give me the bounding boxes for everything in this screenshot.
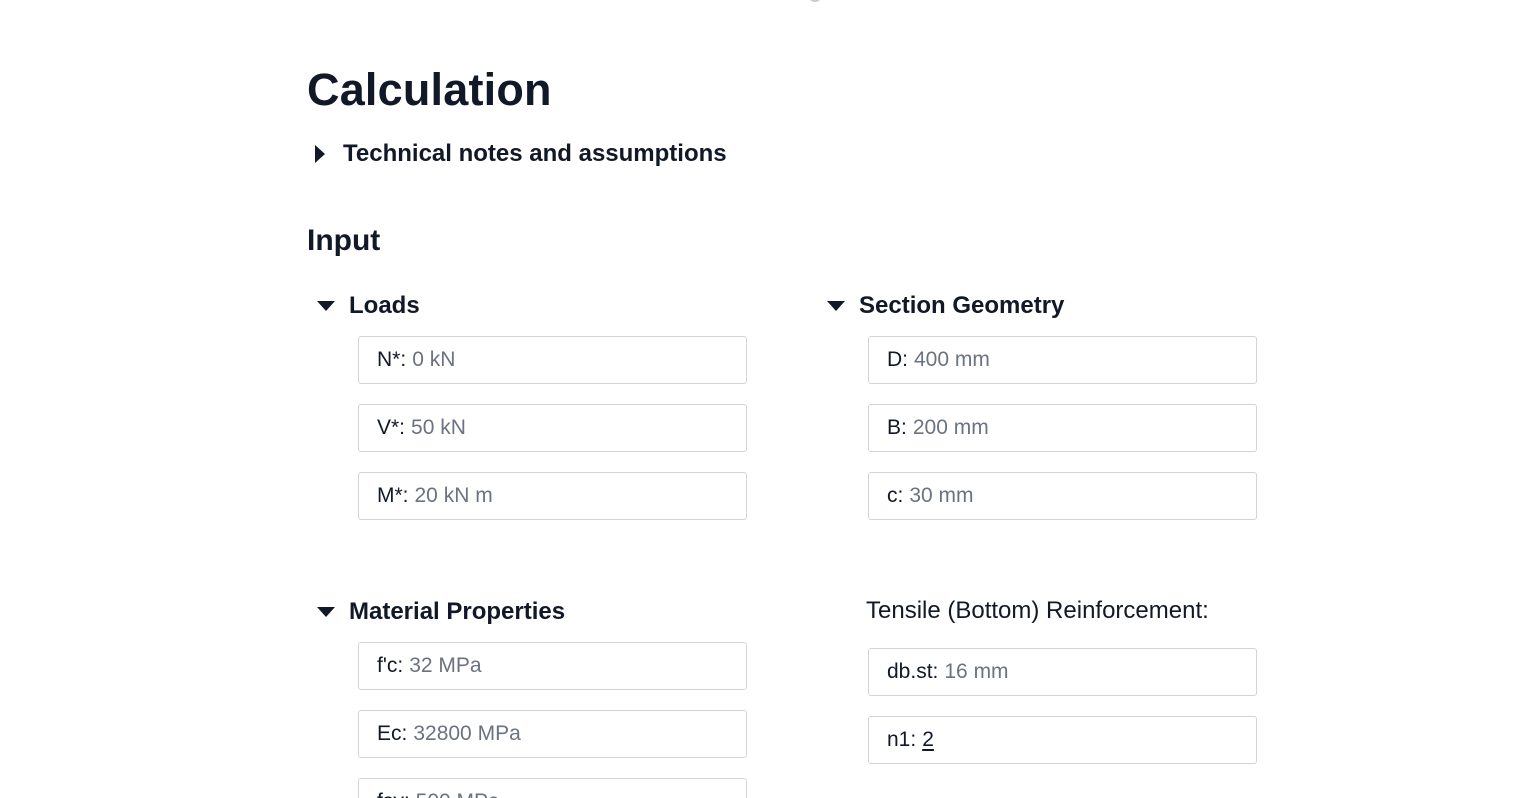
caret-down-icon (827, 301, 845, 311)
field-label: db.st: (887, 660, 939, 683)
caret-down-icon (317, 607, 335, 617)
field-value: 50 kN (411, 416, 466, 439)
field-value: 32800 MPa (413, 722, 521, 745)
field-value: 16 mm (944, 660, 1009, 683)
field-label: Ec: (377, 722, 408, 745)
field-label: V*: (377, 416, 406, 439)
calculation-page: Calculation Technical notes and assumpti… (0, 0, 1520, 798)
field-value: 200 mm (912, 416, 989, 439)
ec-field[interactable]: Ec: 32800 MPa (358, 710, 747, 758)
field-value: 20 kN m (414, 484, 493, 507)
page-title: Calculation (307, 64, 552, 115)
tensile-reinforcement-label: Tensile (Bottom) Reinforcement: (866, 597, 1209, 624)
n-star-field[interactable]: N*: 0 kN (358, 336, 747, 384)
technical-notes-label: Technical notes and assumptions (343, 140, 727, 167)
field-value: 400 mm (914, 348, 990, 371)
db-st-field[interactable]: db.st: 16 mm (868, 648, 1257, 696)
section-geometry-label: Section Geometry (859, 292, 1065, 319)
field-label: c: (887, 484, 904, 507)
loads-toggle[interactable]: Loads (317, 292, 420, 320)
field-value[interactable]: 2 (922, 728, 934, 752)
field-label: f'c: (377, 654, 404, 677)
m-star-field[interactable]: M*: 20 kN m (358, 472, 747, 520)
fc-field[interactable]: f'c: 32 MPa (358, 642, 747, 690)
depth-field[interactable]: D: 400 mm (868, 336, 1257, 384)
fsy-field[interactable]: fsy: 500 MPa (358, 778, 747, 798)
technical-notes-toggle[interactable]: Technical notes and assumptions (315, 140, 727, 168)
breadth-field[interactable]: B: 200 mm (868, 404, 1257, 452)
field-value: 500 MPa (416, 790, 500, 798)
material-properties-label: Material Properties (349, 598, 566, 625)
field-label: n1: (887, 728, 917, 751)
cover-field[interactable]: c: 30 mm (868, 472, 1257, 520)
section-geometry-toggle[interactable]: Section Geometry (827, 292, 1064, 320)
field-value: 30 mm (909, 484, 974, 507)
field-value: 0 kN (412, 348, 456, 371)
material-properties-toggle[interactable]: Material Properties (317, 598, 565, 626)
input-heading: Input (307, 224, 381, 257)
loads-label: Loads (349, 292, 420, 319)
v-star-field[interactable]: V*: 50 kN (358, 404, 747, 452)
field-label: N*: (377, 348, 407, 371)
caret-right-icon (315, 145, 325, 163)
field-label: B: (887, 416, 907, 439)
field-label: fsy: (377, 790, 410, 798)
caret-down-icon (317, 301, 335, 311)
field-label: M*: (377, 484, 409, 507)
scroll-indicator (808, 0, 822, 2)
n1-field[interactable]: n1: 2 (868, 716, 1257, 764)
field-value: 32 MPa (409, 654, 482, 677)
field-label: D: (887, 348, 908, 371)
